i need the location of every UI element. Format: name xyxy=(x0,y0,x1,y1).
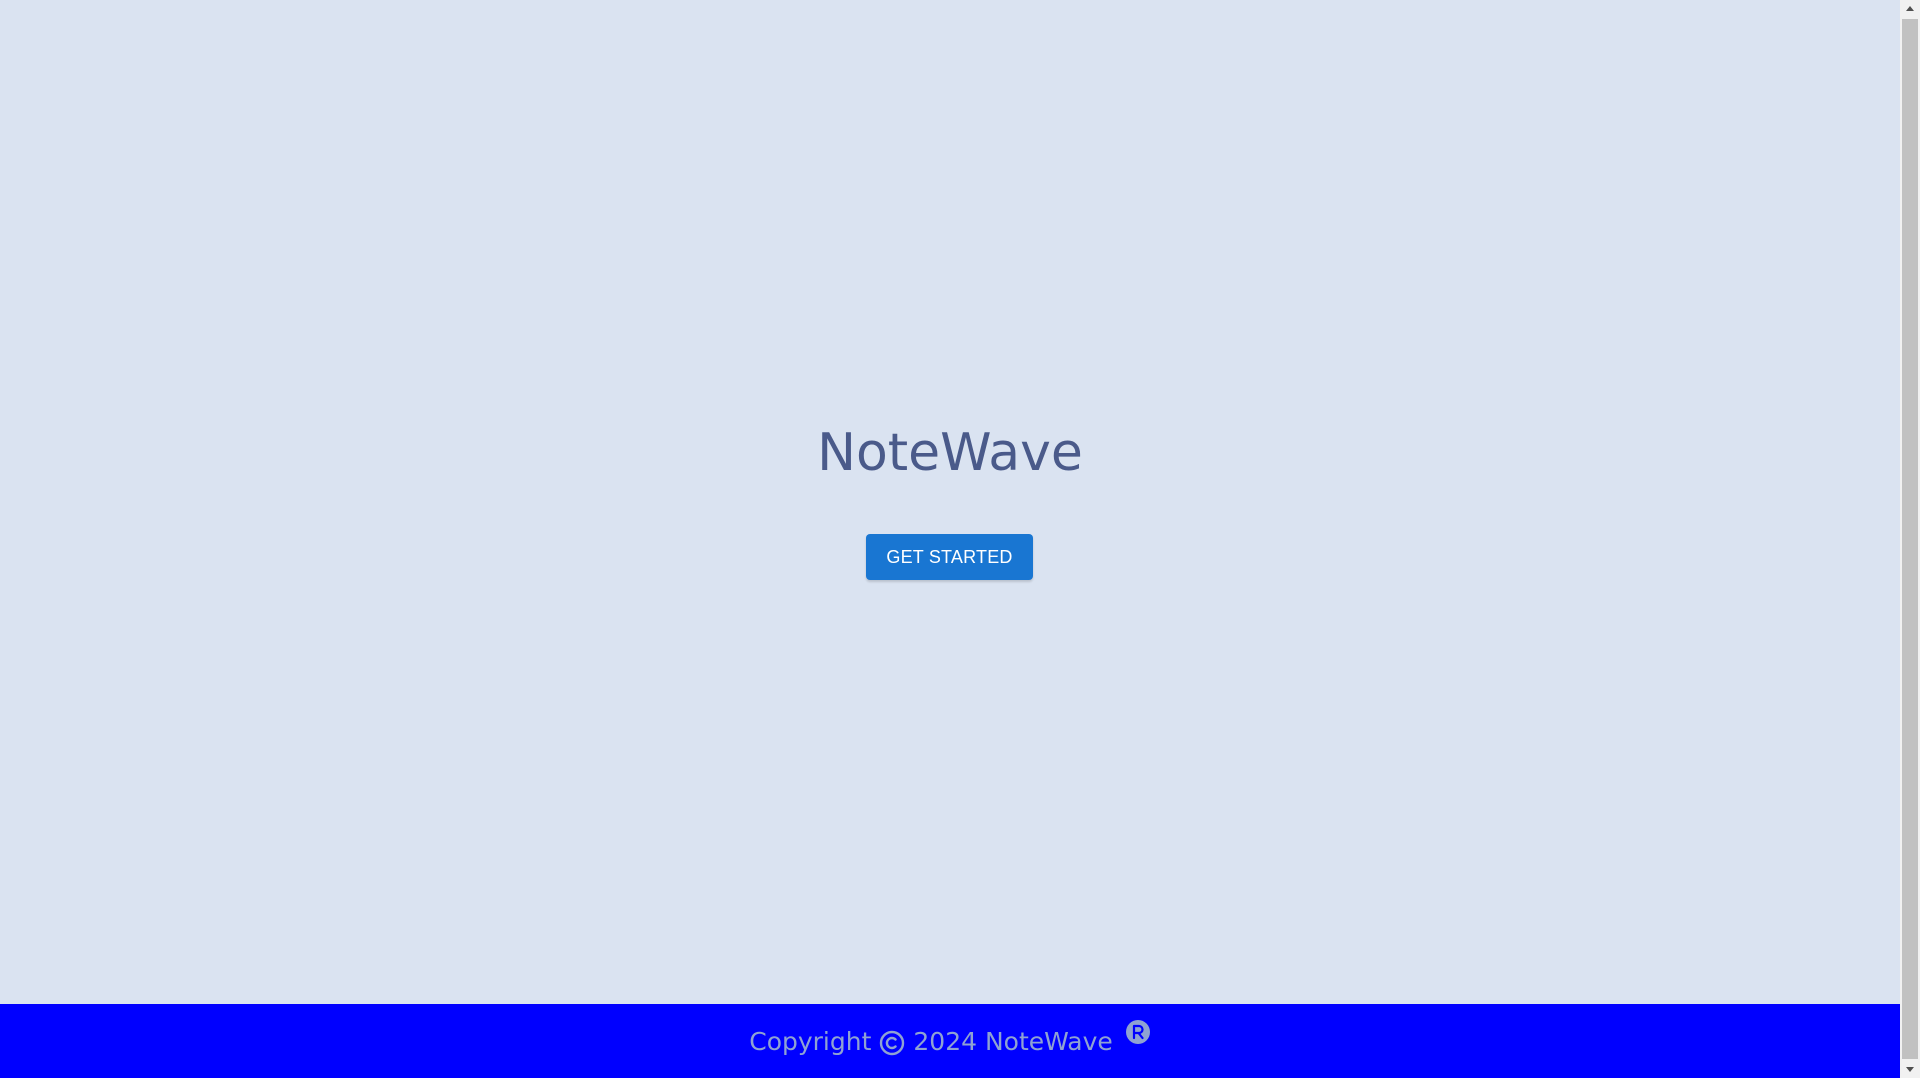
scrollbar-thumb[interactable] xyxy=(1902,19,1918,1059)
copyright-year-brand: 2024 NoteWave xyxy=(913,1026,1113,1056)
copyright-icon xyxy=(879,1030,905,1056)
registered-icon xyxy=(1125,1019,1151,1045)
app-title: NoteWave xyxy=(817,423,1083,483)
copyright-line: Copyright 2024 NoteWave xyxy=(0,1016,1900,1066)
footer: Copyright 2024 NoteWave xyxy=(0,1004,1900,1078)
scroll-down-arrow-icon[interactable] xyxy=(1900,1061,1920,1078)
hero-section: NoteWave GET STARTED xyxy=(0,0,1900,1004)
scroll-up-arrow-icon[interactable] xyxy=(1900,0,1920,17)
browser-viewport: NoteWave GET STARTED Copyright 2024 Note… xyxy=(0,0,1920,1078)
main-content: NoteWave GET STARTED xyxy=(0,0,1900,1004)
vertical-scrollbar[interactable] xyxy=(1900,0,1920,1078)
copyright-prefix: Copyright xyxy=(749,1026,872,1056)
get-started-button[interactable]: GET STARTED xyxy=(866,534,1033,580)
